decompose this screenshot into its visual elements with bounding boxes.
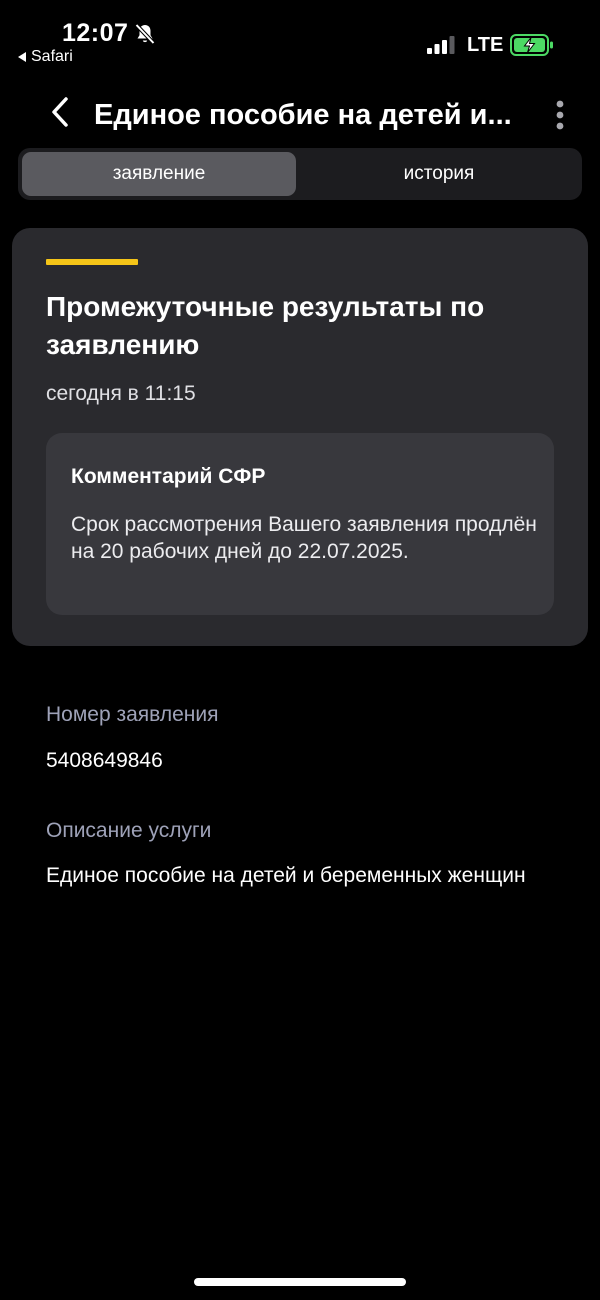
- comment-title: Комментарий СФР: [71, 465, 266, 488]
- card-title: Промежуточные результаты по заявлению: [46, 291, 485, 360]
- more-vertical-icon[interactable]: [548, 98, 572, 132]
- back-triangle-icon: [18, 52, 26, 62]
- battery-charging-icon: [510, 34, 553, 56]
- comment-text: Срок рассмотрения Вашего заявления продл…: [71, 513, 537, 563]
- service-description-value: Единое пособие на детей и беременных жен…: [46, 864, 526, 887]
- back-chevron-icon[interactable]: [46, 92, 76, 132]
- status-card: Промежуточные результаты по заявлению се…: [12, 228, 588, 646]
- back-to-safari-link[interactable]: Safari: [18, 47, 73, 67]
- card-date: сегодня в 11:15: [46, 382, 196, 405]
- status-time: 12:07: [62, 19, 129, 47]
- bell-slash-icon: [135, 23, 155, 45]
- accent-bar: [46, 259, 138, 265]
- home-indicator[interactable]: [194, 1278, 406, 1286]
- page-title: Единое пособие на детей и...: [94, 99, 512, 131]
- network-type: LTE: [467, 34, 504, 56]
- status-bar: 12:07 Safari LTE: [0, 0, 600, 80]
- signal-icon: [427, 36, 455, 54]
- tab-history[interactable]: история: [300, 152, 578, 196]
- tab-switcher: заявление история: [18, 148, 582, 200]
- tab-application[interactable]: заявление: [22, 152, 296, 196]
- application-number-value: 5408649846: [46, 749, 163, 772]
- back-app-label: Safari: [31, 48, 73, 65]
- service-description-label: Описание услуги: [46, 819, 212, 842]
- comment-box: Комментарий СФР Срок рассмотрения Вашего…: [46, 433, 554, 615]
- application-number-label: Номер заявления: [46, 703, 219, 726]
